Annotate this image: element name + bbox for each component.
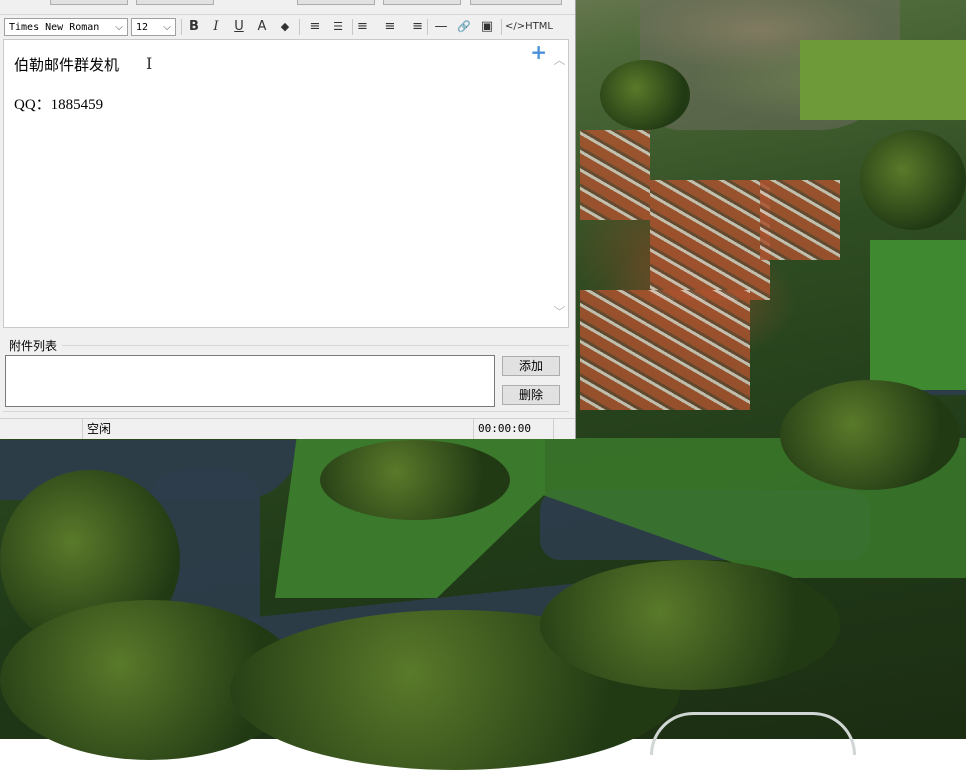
align-left-icon[interactable]: ≡ [357, 18, 377, 36]
font-size-value: 12 [136, 22, 149, 33]
horizontal-rule-icon[interactable]: — [431, 18, 451, 36]
tree-cluster [860, 130, 966, 230]
underline-icon[interactable]: U [229, 18, 249, 36]
add-attachment-button[interactable]: 添加 [502, 356, 560, 376]
ordered-list-icon[interactable]: ≡ [305, 18, 325, 36]
top-button[interactable] [50, 0, 128, 5]
align-center-icon[interactable]: ≡ [380, 18, 400, 36]
scroll-up-icon[interactable]: ︿ [551, 52, 568, 68]
toolbar-divider [501, 19, 502, 35]
mailer-window: Times New Roman ⌵ 12 ⌵ B I U A ◆ ≡ ☰ ≡ ≡… [0, 0, 576, 439]
toolbar-divider [181, 19, 182, 35]
plus-icon[interactable]: + [530, 40, 547, 64]
window-top-strip [0, 0, 575, 14]
race-track [650, 712, 856, 755]
status-timer: 00:00:00 [473, 419, 553, 439]
status-cell [0, 419, 82, 439]
field [870, 240, 966, 390]
link-icon[interactable]: 🔗 [454, 18, 474, 36]
message-editor[interactable]: 伯勒邮件群发机 I QQ：1885459 + ︿ ﹀ [3, 39, 569, 328]
font-family-value: Times New Roman [9, 22, 100, 33]
image-icon[interactable]: ▣ [477, 18, 497, 36]
editor-line: 伯勒邮件群发机 [14, 56, 120, 74]
chevron-down-icon: ⌵ [163, 22, 171, 33]
font-color-icon[interactable]: A [252, 18, 272, 36]
bold-icon[interactable]: B [184, 18, 204, 36]
attachments-list[interactable] [5, 355, 495, 407]
status-text: 空闲 [82, 419, 473, 439]
field [800, 40, 966, 120]
scroll-down-icon[interactable]: ﹀ [551, 304, 568, 320]
top-button[interactable] [136, 0, 214, 5]
toolbar-divider [427, 19, 428, 35]
font-family-select[interactable]: Times New Roman ⌵ [4, 18, 128, 36]
top-button[interactable] [383, 0, 461, 5]
tree-cluster [780, 380, 960, 490]
status-bar: 空闲 00:00:00 [0, 418, 575, 439]
text-cursor-icon: I [146, 54, 153, 73]
italic-icon[interactable]: I [206, 18, 226, 36]
unordered-list-icon[interactable]: ☰ [328, 18, 348, 36]
tree-cluster [320, 440, 510, 520]
align-right-icon[interactable]: ≡ [403, 18, 423, 36]
toolbar-divider [352, 19, 353, 35]
status-cell [553, 419, 575, 439]
highlight-icon[interactable]: ◆ [275, 18, 295, 36]
village-roofs [760, 180, 840, 260]
group-border [62, 345, 569, 346]
tree-cluster [600, 60, 690, 130]
village-roofs [650, 180, 770, 300]
attachments-group-label: 附件列表 [9, 339, 58, 353]
tree-cluster [540, 560, 840, 690]
editor-scrollbar[interactable]: ︿ ﹀ [551, 50, 568, 320]
editor-toolbar: Times New Roman ⌵ 12 ⌵ B I U A ◆ ≡ ☰ ≡ ≡… [0, 14, 575, 39]
editor-line: QQ：1885459 [14, 97, 104, 113]
village-roofs [580, 290, 750, 410]
chevron-down-icon: ⌵ [115, 22, 123, 33]
top-button[interactable] [297, 0, 375, 5]
group-border [3, 411, 569, 412]
html-source-button[interactable]: </>HTML [505, 18, 553, 36]
village-roofs [580, 130, 650, 220]
delete-attachment-button[interactable]: 删除 [502, 385, 560, 405]
toolbar-divider [299, 19, 300, 35]
top-button[interactable] [470, 0, 562, 5]
font-size-select[interactable]: 12 ⌵ [131, 18, 176, 36]
